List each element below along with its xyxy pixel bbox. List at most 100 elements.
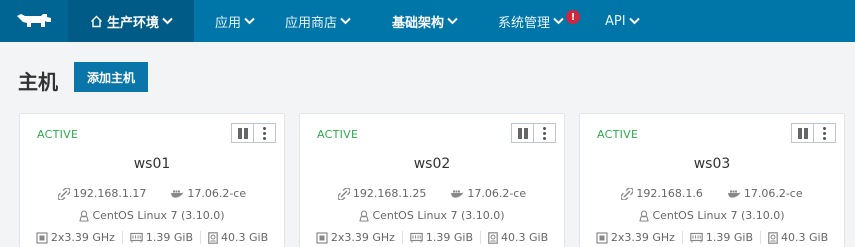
- host-ip-value: 192.168.1.25: [352, 187, 427, 200]
- host-os-value: CentOS Linux 7 (3.10.0): [372, 209, 505, 222]
- link-icon: [621, 187, 634, 200]
- host-name[interactable]: ws03: [580, 156, 844, 172]
- host-docker: 17.06.2-ce: [727, 187, 803, 200]
- nav-item-infrastructure[interactable]: 基础架构: [392, 0, 458, 42]
- host-docker-version: 17.06.2-ce: [743, 187, 803, 200]
- host-memory-value: 1.39 GiB: [425, 231, 474, 244]
- pause-icon: [797, 127, 808, 139]
- more-actions-button[interactable]: [814, 123, 836, 143]
- chevron-down-icon: [340, 17, 351, 25]
- host-docker: 17.06.2-ce: [170, 187, 246, 200]
- nav-item-catalog[interactable]: 应用商店: [285, 0, 351, 42]
- host-card: ACTIVE ws02 192.168.1.25 17.06.2-ce Cent…: [299, 113, 565, 247]
- host-card: ACTIVE ws01 192.168.1.17 17.06.2-ce Cent…: [19, 113, 285, 247]
- host-ip: 192.168.1.17: [57, 187, 147, 200]
- docker-whale-icon: [727, 190, 741, 198]
- pause-button[interactable]: [231, 123, 254, 143]
- environment-switcher[interactable]: 生产环境: [68, 0, 194, 42]
- host-os: CentOS Linux 7 (3.10.0): [79, 209, 225, 222]
- host-state: ACTIVE: [37, 128, 79, 141]
- add-host-button[interactable]: 添加主机: [74, 62, 148, 92]
- host-storage: 40.3 GiB: [201, 231, 275, 244]
- host-storage-value: 40.3 GiB: [221, 231, 269, 244]
- host-name[interactable]: ws01: [20, 156, 284, 172]
- nav-item-apps[interactable]: 应用: [215, 0, 255, 42]
- storage-icon: [488, 231, 498, 244]
- docker-whale-icon: [171, 190, 184, 198]
- chevron-down-icon: [162, 17, 173, 25]
- kebab-menu-icon: [263, 126, 266, 140]
- cow-logo-icon: [17, 14, 51, 27]
- host-os: CentOS Linux 7 (3.10.0): [639, 209, 785, 222]
- pause-button[interactable]: [511, 123, 534, 143]
- host-storage: 40.3 GiB: [481, 231, 555, 244]
- host-os-value: CentOS Linux 7 (3.10.0): [92, 209, 225, 222]
- host-actions: [511, 123, 556, 143]
- host-os-row: CentOS Linux 7 (3.10.0): [20, 209, 284, 222]
- host-docker-version: 17.06.2-ce: [187, 187, 247, 200]
- cpu-icon: [36, 231, 48, 244]
- kebab-menu-icon: [823, 126, 826, 140]
- memory-icon: [690, 232, 703, 243]
- host-docker-version: 17.06.2-ce: [467, 187, 527, 200]
- pause-icon: [237, 127, 248, 139]
- host-resources-row: 2x3.39 GHz 1.39 GiB 40.3 GiB: [20, 231, 284, 244]
- nav-item-label: 基础架构: [392, 15, 445, 31]
- linux-penguin-icon: [79, 209, 90, 222]
- host-cpu: 2x3.39 GHz: [589, 231, 683, 244]
- host-resources-row: 2x3.39 GHz 1.39 GiB 40.3 GiB: [580, 231, 844, 244]
- chevron-down-icon: [553, 17, 564, 25]
- host-network-row: 192.168.1.25 17.06.2-ce: [300, 187, 564, 200]
- host-cpu-value: 2x3.39 GHz: [610, 231, 675, 244]
- host-storage: 40.3 GiB: [761, 231, 835, 244]
- host-memory: 1.39 GiB: [683, 231, 762, 244]
- host-ip-value: 192.168.1.17: [72, 187, 147, 200]
- host-storage-value: 40.3 GiB: [781, 231, 829, 244]
- linux-penguin-icon: [639, 209, 650, 222]
- host-ip: 192.168.1.25: [337, 187, 427, 200]
- host-os: CentOS Linux 7 (3.10.0): [359, 209, 505, 222]
- rancher-logo[interactable]: [0, 0, 68, 42]
- top-nav: 生产环境 应用 应用商店 基础架构 系统管理 ! API: [0, 0, 855, 42]
- host-ip: 192.168.1.6: [621, 187, 703, 200]
- host-network-row: 192.168.1.17 17.06.2-ce: [20, 187, 284, 200]
- host-cpu: 2x3.39 GHz: [29, 231, 123, 244]
- cpu-icon: [596, 231, 608, 244]
- chevron-down-icon: [447, 17, 458, 25]
- cpu-icon: [316, 231, 328, 244]
- host-memory: 1.39 GiB: [403, 231, 482, 244]
- docker-whale-icon: [451, 190, 464, 198]
- host-memory-value: 1.39 GiB: [145, 231, 194, 244]
- chevron-down-icon: [628, 17, 640, 25]
- pause-button[interactable]: [791, 123, 814, 143]
- home-icon: [91, 15, 102, 27]
- host-resources-row: 2x3.39 GHz 1.39 GiB 40.3 GiB: [300, 231, 564, 244]
- host-ip-value: 192.168.1.6: [636, 187, 703, 200]
- environment-label: 生产环境: [107, 15, 160, 31]
- nav-item-api[interactable]: API: [605, 0, 640, 42]
- host-cpu-value: 2x3.39 GHz: [330, 231, 395, 244]
- memory-icon: [410, 232, 423, 243]
- linux-penguin-icon: [359, 209, 370, 222]
- host-card: ACTIVE ws03 192.168.1.6 17.06.2-ce CentO…: [579, 113, 845, 247]
- host-memory: 1.39 GiB: [123, 231, 202, 244]
- storage-icon: [208, 231, 218, 244]
- more-actions-button[interactable]: [254, 123, 276, 143]
- host-name[interactable]: ws02: [300, 156, 564, 172]
- memory-icon: [130, 232, 143, 243]
- host-storage-value: 40.3 GiB: [501, 231, 549, 244]
- chevron-down-icon: [244, 17, 255, 25]
- link-icon: [337, 187, 350, 200]
- nav-item-admin[interactable]: 系统管理 !: [498, 0, 581, 42]
- host-actions: [791, 123, 836, 143]
- host-os-row: CentOS Linux 7 (3.10.0): [300, 209, 564, 222]
- host-os-row: CentOS Linux 7 (3.10.0): [580, 209, 844, 222]
- more-actions-button[interactable]: [534, 123, 556, 143]
- link-icon: [57, 187, 70, 200]
- nav-item-label: API: [605, 13, 626, 29]
- nav-item-label: 系统管理: [498, 15, 551, 31]
- alert-icon: !: [566, 10, 581, 24]
- kebab-menu-icon: [543, 126, 546, 140]
- host-cpu-value: 2x3.39 GHz: [50, 231, 115, 244]
- host-network-row: 192.168.1.6 17.06.2-ce: [580, 187, 844, 200]
